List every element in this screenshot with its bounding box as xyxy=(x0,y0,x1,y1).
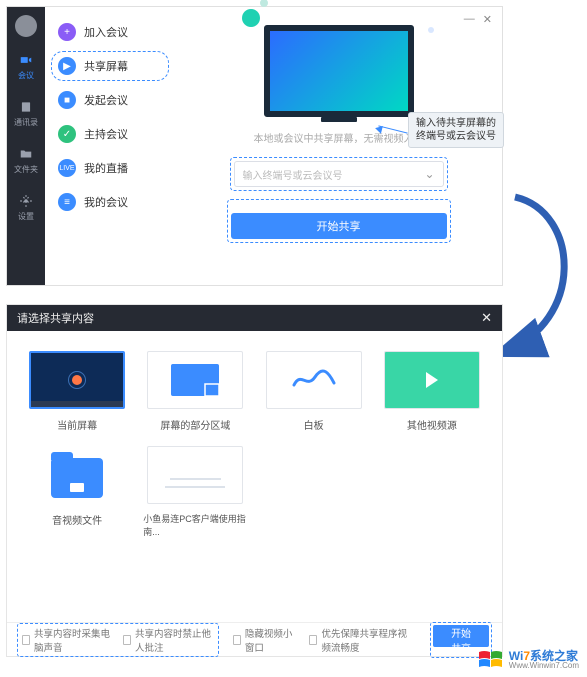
share-source-grid: 当前屏幕 屏幕的部分区域 白板 其他视频源 音视频文件 xyxy=(7,331,502,622)
menu-start-meeting[interactable]: ■ 发起会议 xyxy=(51,85,169,115)
terminal-input[interactable]: 输入终端号或云会议号 ⌄ xyxy=(234,161,444,187)
checkbox-block-annotate[interactable]: 共享内容时禁止他人批注 xyxy=(123,626,214,654)
sidebar-item-label: 设置 xyxy=(18,211,34,222)
card-label: 当前屏幕 xyxy=(57,417,97,432)
thumb-desktop xyxy=(29,351,125,409)
start-button-highlight: 开始共享 xyxy=(227,199,451,243)
thumb-video xyxy=(384,351,480,409)
menu-join[interactable]: + 加入会议 xyxy=(51,17,169,47)
sidebar-item-label: 会议 xyxy=(18,70,34,81)
menu-live[interactable]: LIVE 我的直播 xyxy=(51,153,169,183)
windows-flag-icon xyxy=(477,649,505,671)
checkbox-label: 隐藏视频小窗口 xyxy=(245,626,295,654)
dialog-title: 请选择共享内容 xyxy=(17,310,94,326)
menu-label: 我的直播 xyxy=(84,160,128,176)
thumb-whiteboard xyxy=(266,351,362,409)
checkbox-hide-video[interactable]: 隐藏视频小窗口 xyxy=(233,626,296,654)
card-label: 小鱼易连PC客户端使用指南... xyxy=(143,512,247,538)
sidebar-item-files[interactable]: 文件夹 xyxy=(7,143,45,178)
menu-host[interactable]: ✓ 主持会议 xyxy=(51,119,169,149)
card-av-file[interactable]: 音视频文件 xyxy=(25,446,129,538)
close-icon[interactable]: ✕ xyxy=(483,13,492,26)
tooltip: 输入待共享屏幕的终端号或云会议号 xyxy=(408,112,504,148)
caption-text: 本地或会议中共享屏幕，无需视频入会 xyxy=(254,130,424,145)
thumb-folder xyxy=(29,446,125,504)
live-icon: LIVE xyxy=(58,159,76,177)
checkbox-label: 共享内容时采集电脑声音 xyxy=(34,626,113,654)
video-icon xyxy=(18,52,34,68)
input-placeholder: 输入终端号或云会议号 xyxy=(243,167,343,182)
watermark-sub: Www.Winwin7.Com xyxy=(509,662,579,670)
thumb-document xyxy=(147,446,243,504)
contacts-icon xyxy=(18,99,34,115)
monitor-illustration xyxy=(264,25,414,117)
sidebar-item-contacts[interactable]: 通讯录 xyxy=(7,96,45,131)
dialog-titlebar: 请选择共享内容 ✕ xyxy=(7,305,502,331)
menu-label: 加入会议 xyxy=(84,24,128,40)
menu-my-meetings[interactable]: ≡ 我的会议 xyxy=(51,187,169,217)
start-share-button[interactable]: 开始共享 xyxy=(231,213,447,239)
card-other-video[interactable]: 其他视频源 xyxy=(380,351,484,432)
sidebar-item-label: 通讯录 xyxy=(14,117,38,128)
decor-dot xyxy=(260,0,268,7)
card-whiteboard[interactable]: 白板 xyxy=(262,351,366,432)
menu-share-screen[interactable]: ▶ 共享屏幕 xyxy=(51,51,169,81)
card-label: 其他视频源 xyxy=(407,417,457,432)
close-icon[interactable]: ✕ xyxy=(481,310,492,326)
card-partial-area[interactable]: 屏幕的部分区域 xyxy=(143,351,247,432)
card-label: 屏幕的部分区域 xyxy=(160,417,230,432)
sidebar-item-meeting[interactable]: 会议 xyxy=(7,49,45,84)
share-icon: ▶ xyxy=(58,57,76,75)
minimize-icon[interactable]: — xyxy=(464,13,475,26)
folder-icon xyxy=(18,146,34,162)
card-label: 白板 xyxy=(304,417,324,432)
card-label: 音视频文件 xyxy=(52,512,102,527)
plus-icon: + xyxy=(58,23,76,41)
action-menu: + 加入会议 ▶ 共享屏幕 ■ 发起会议 ✓ 主持会议 LIVE 我的直播 ≡ … xyxy=(45,7,175,285)
gear-icon xyxy=(18,193,34,209)
menu-label: 主持会议 xyxy=(84,126,128,142)
menu-label: 共享屏幕 xyxy=(84,58,128,74)
flow-arrow-icon xyxy=(495,192,585,362)
video-icon: ■ xyxy=(58,91,76,109)
checkbox-label: 共享内容时禁止他人批注 xyxy=(135,626,214,654)
decor-dot xyxy=(428,27,434,33)
menu-label: 发起会议 xyxy=(84,92,128,108)
decor-dot xyxy=(242,9,260,27)
checkbox-label: 优先保障共享程序视频流畅度 xyxy=(321,626,416,654)
watermark: Wi7系统之家 Www.Winwin7.Com xyxy=(477,649,579,671)
chevron-down-icon[interactable]: ⌄ xyxy=(424,167,434,181)
checkbox-capture-audio[interactable]: 共享内容时采集电脑声音 xyxy=(22,626,113,654)
list-icon: ≡ xyxy=(58,193,76,211)
app-sidebar: 会议 通讯录 文件夹 设置 xyxy=(7,7,45,285)
sidebar-item-label: 文件夹 xyxy=(14,164,38,175)
sidebar-item-settings[interactable]: 设置 xyxy=(7,190,45,225)
card-document-window[interactable]: 小鱼易连PC客户端使用指南... xyxy=(143,446,247,538)
start-share-button[interactable]: 开始共享 xyxy=(433,625,489,647)
card-current-screen[interactable]: 当前屏幕 xyxy=(25,351,129,432)
avatar[interactable] xyxy=(15,15,37,37)
terminal-input-highlight: 输入终端号或云会议号 ⌄ xyxy=(230,157,448,191)
menu-label: 我的会议 xyxy=(84,194,128,210)
checkbox-smooth[interactable]: 优先保障共享程序视频流畅度 xyxy=(309,626,416,654)
audio-options-highlight: 共享内容时采集电脑声音 共享内容时禁止他人批注 xyxy=(17,623,219,657)
main-panel: — ✕ 本地或会议中共享屏幕，无需视频入会 输入终端号或云会议号 ⌄ 开始共享 … xyxy=(175,7,502,285)
dialog-footer: 共享内容时采集电脑声音 共享内容时禁止他人批注 隐藏视频小窗口 优先保障共享程序… xyxy=(7,622,502,656)
thumb-partial xyxy=(147,351,243,409)
host-icon: ✓ xyxy=(58,125,76,143)
